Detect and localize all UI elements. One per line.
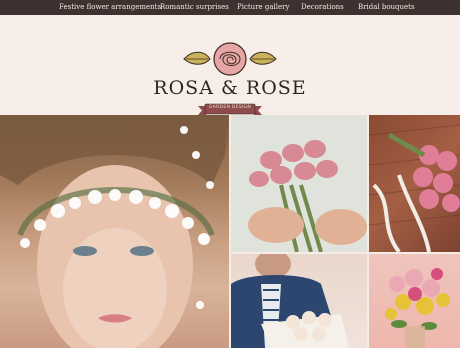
rose-logo-icon[interactable] [180,40,280,78]
brand-name: ROSA & ROSE [153,77,307,99]
nav-festive-flower-arrangements[interactable]: Festive flower arrangements [59,3,161,11]
roses-ribbon-illustration [369,124,460,252]
colorful-bouquet-illustration [385,268,450,348]
site-header: ROSA & ROSE GARDEN DESIGN [0,15,460,115]
nav-romantic-surprises[interactable]: Romantic surprises [160,3,229,11]
brand-tagline: GARDEN DESIGN [208,105,252,110]
top-navigation: Festive flower arrangements Romantic sur… [0,0,460,15]
bouquet-illustration [231,115,367,252]
nav-picture-gallery[interactable]: Picture gallery [237,3,289,11]
gallery-photo-colorful-bouquet[interactable] [369,254,460,348]
nav-bridal-bouquets[interactable]: Bridal bouquets [358,3,415,11]
gallery-photo-flower-crown-portrait[interactable] [0,115,229,348]
gallery-photo-man-with-white-roses[interactable] [231,254,367,348]
nav-decorations[interactable]: Decorations [301,3,344,11]
gallery-photo-pink-rose-bouquet[interactable] [231,115,367,252]
portrait-illustration [0,115,229,348]
gallery-photo-roses-with-ribbon[interactable] [369,115,460,252]
man-bouquet-illustration [231,254,349,348]
photo-gallery [0,115,460,348]
